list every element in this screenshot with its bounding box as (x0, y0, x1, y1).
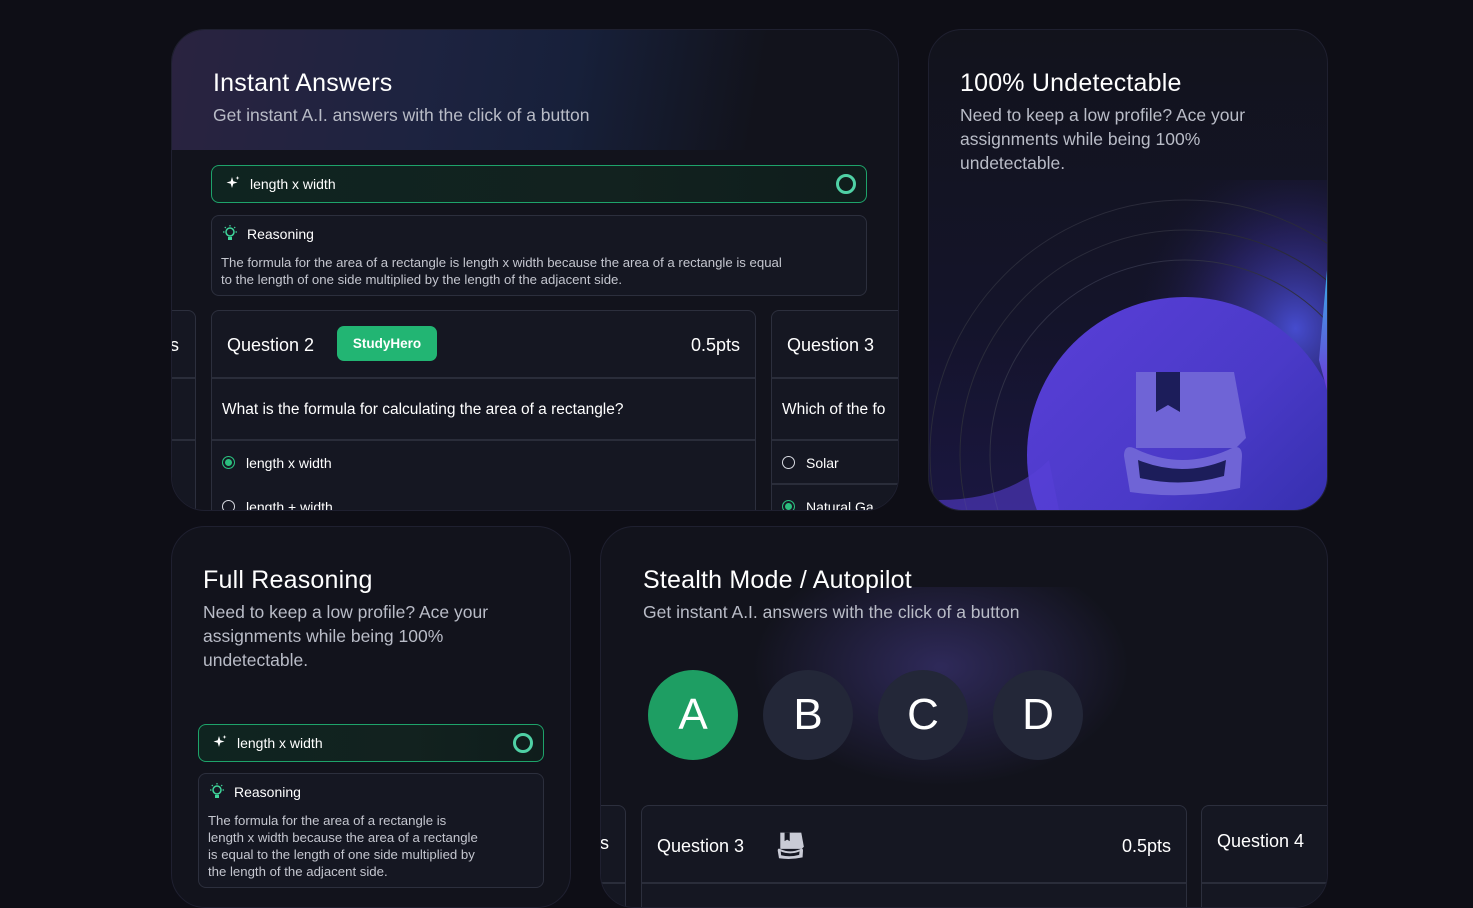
studyhero-logo-icon (777, 832, 804, 859)
question-title: Question 3 (787, 335, 875, 355)
card-subtitle-line: undetectable. (203, 650, 309, 670)
question-text: What is the formula for calculating the … (222, 401, 624, 418)
card-subtitle-line: assignments while being 100% (203, 626, 444, 646)
reasoning-box: Reasoning The formula for the area of a … (198, 773, 544, 888)
card-subtitle: Get instant A.I. answers with the click … (213, 105, 590, 125)
question-title: Question 2 (227, 335, 315, 355)
question-title-fragment: s (172, 335, 179, 356)
card-title: Stealth Mode / Autopilot (643, 566, 912, 594)
question-panel-prev: s (600, 805, 626, 907)
card-title: Instant Answers (213, 69, 393, 97)
lightbulb-icon (210, 783, 224, 798)
answer-option[interactable]: Natural Ga (806, 499, 874, 510)
choice-b-button[interactable]: B (763, 670, 853, 760)
question-panel-prev: s (172, 310, 196, 510)
choice-a-button[interactable]: A (648, 670, 738, 760)
studyhero-logo-icon (1124, 372, 1246, 496)
reasoning-text-line: length x width because the area of a rec… (208, 830, 478, 845)
answer-option[interactable]: length x width (246, 455, 332, 471)
answer-box[interactable]: length x width (211, 165, 867, 203)
radio-selected[interactable] (222, 456, 235, 469)
reasoning-text-line: the length of the adjacent side. (208, 864, 388, 879)
reasoning-text-line: is equal to the length of one side multi… (208, 847, 475, 862)
question-points: 0.5pts (1121, 836, 1171, 856)
instant-answers-card: Instant Answers Get instant A.I. answers… (171, 29, 899, 511)
answer-text: length x width (250, 176, 336, 192)
question-panel-next: Question 4 (1201, 805, 1327, 907)
loading-ring-icon (836, 174, 856, 194)
choice-d-button[interactable]: D (993, 670, 1083, 760)
reasoning-text-line: to the length of one side multiplied by … (221, 272, 623, 287)
question-title: Question 4 (1217, 831, 1305, 851)
question-text: Which of the fo (782, 401, 886, 418)
reasoning-label: Reasoning (247, 226, 314, 242)
radio-selected[interactable] (782, 500, 795, 510)
card-title: Full Reasoning (203, 566, 373, 594)
undetectable-card: 100% Undetectable Need to keep a low pro… (928, 29, 1328, 511)
question-panel: Question 3 0.5pts (641, 805, 1187, 907)
radio-unselected[interactable] (782, 456, 795, 469)
lightbulb-icon (223, 225, 237, 240)
choice-c-button[interactable]: C (878, 670, 968, 760)
card-subtitle: Get instant A.I. answers with the click … (643, 602, 1020, 622)
question-panel-next: Question 3 Which of the fo Solar Natural… (771, 310, 898, 510)
answer-option[interactable]: Solar (806, 455, 839, 471)
stealth-mode-card: Stealth Mode / Autopilot Get instant A.I… (600, 526, 1328, 908)
question-points: 0.5pts (690, 335, 740, 355)
full-reasoning-card: Full Reasoning Need to keep a low profil… (171, 526, 571, 908)
reasoning-label: Reasoning (234, 784, 301, 800)
sparkle-icon (213, 735, 227, 747)
reasoning-text-line: The formula for the area of a rectangle … (208, 813, 447, 828)
studyhero-badge[interactable]: StudyHero (337, 326, 437, 361)
sparkle-icon (226, 176, 240, 188)
reasoning-text-line: The formula for the area of a rectangle … (221, 255, 782, 270)
question-panel: Question 2 StudyHero 0.5pts What is the … (211, 310, 756, 510)
reasoning-box: Reasoning The formula for the area of a … (211, 215, 867, 296)
card-subtitle-line: Need to keep a low profile? Ace your (203, 602, 489, 622)
answer-box[interactable]: length x width (198, 724, 544, 762)
question-title: Question 3 (657, 836, 745, 856)
radio-unselected[interactable] (222, 500, 235, 510)
answer-option[interactable]: length + width (246, 499, 333, 510)
answer-text: length x width (237, 735, 323, 751)
loading-ring-icon (513, 733, 533, 753)
question-title-fragment: s (600, 833, 609, 853)
